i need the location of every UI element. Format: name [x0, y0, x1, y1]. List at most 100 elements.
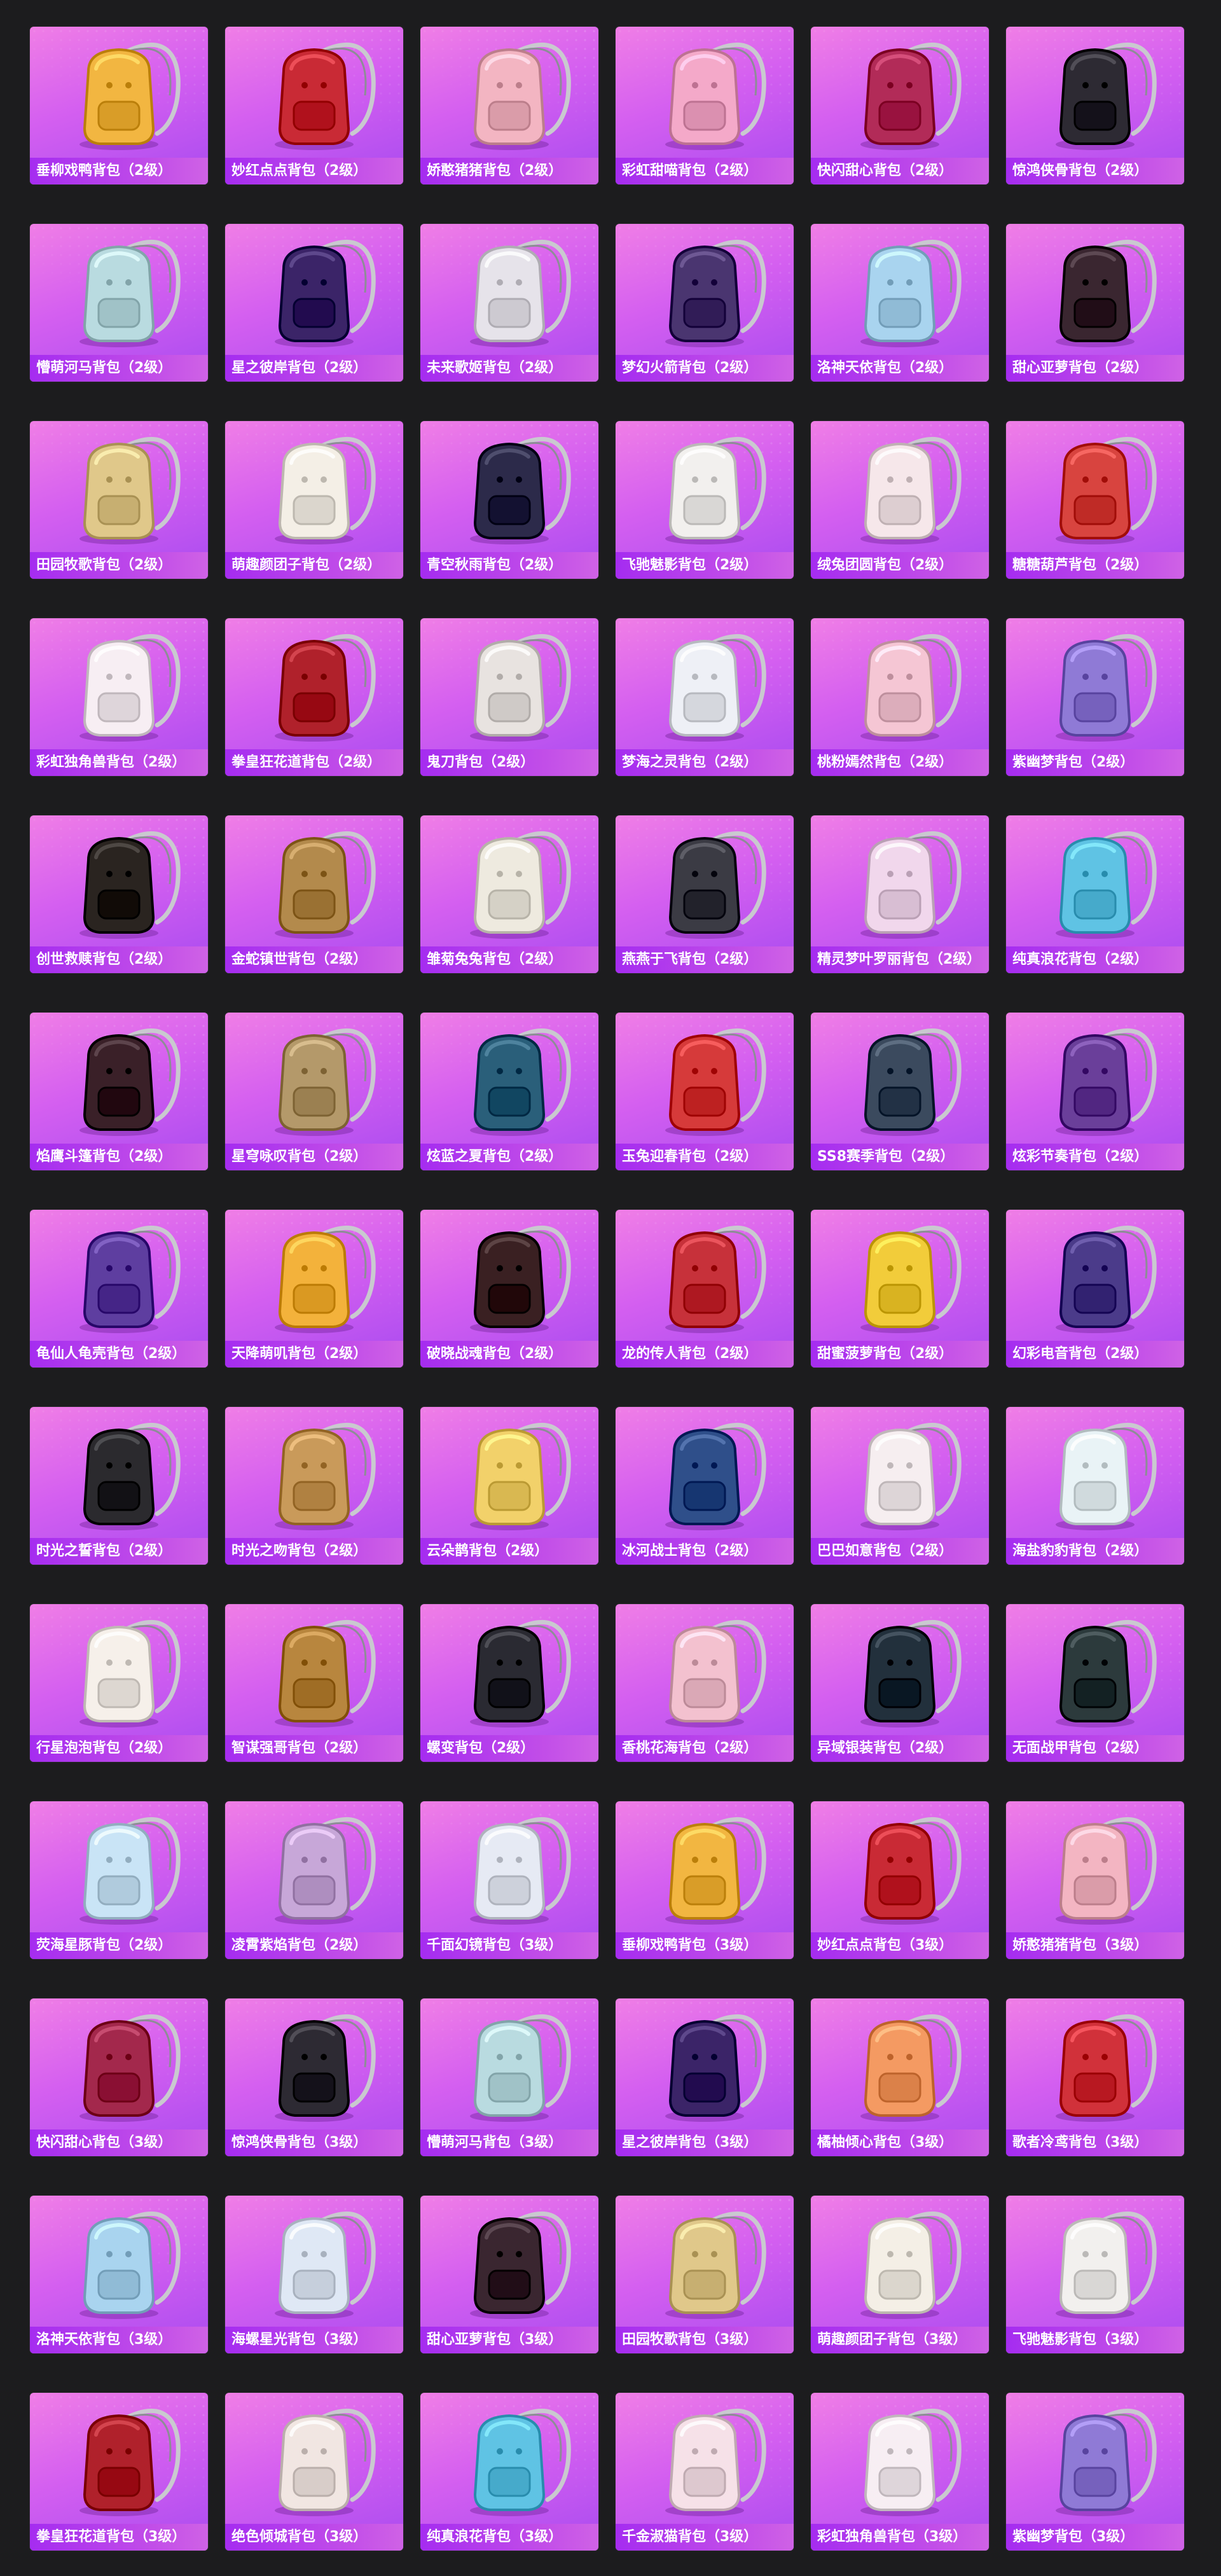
item-name: 甜蜜菠萝背包（2级）	[811, 1341, 989, 1368]
item-card[interactable]: 妙红点点背包（3级）	[811, 1801, 989, 1959]
backpack-icon	[225, 1604, 403, 1735]
item-name: 异域银装背包（2级）	[811, 1735, 989, 1762]
item-card[interactable]: 破晓战魂背包（2级）	[420, 1210, 598, 1368]
item-name: 垂柳戏鸭背包（2级）	[30, 158, 208, 184]
item-card[interactable]: 懵萌河马背包（3级）	[420, 1998, 598, 2156]
item-card[interactable]: 娇憨猪猪背包（2级）	[420, 27, 598, 184]
item-card[interactable]: 拳皇狂花道背包（2级）	[225, 618, 403, 776]
item-card[interactable]: 燕燕于飞背包（2级）	[616, 815, 794, 973]
item-name: 玉兔迎春背包（2级）	[616, 1144, 794, 1170]
backpack-icon	[811, 815, 989, 946]
item-name: 焰鹰斗篷背包（2级）	[30, 1144, 208, 1170]
backpack-icon	[420, 224, 598, 355]
item-card[interactable]: 时光之吻背包（2级）	[225, 1407, 403, 1565]
backpack-icon	[811, 421, 989, 552]
item-card[interactable]: 甜心亚萝背包（3级）	[420, 2196, 598, 2353]
item-card[interactable]: 精灵梦叶罗丽背包（2级）	[811, 815, 989, 973]
item-card[interactable]: 飞驰魅影背包（3级）	[1006, 2196, 1184, 2353]
item-card[interactable]: 螺变背包（2级）	[420, 1604, 598, 1762]
item-card[interactable]: 炫彩节奏背包（2级）	[1006, 1013, 1184, 1170]
item-card[interactable]: 未来歌姬背包（2级）	[420, 224, 598, 382]
item-card[interactable]: 焰鹰斗篷背包（2级）	[30, 1013, 208, 1170]
item-name: 海螺星光背包（3级）	[225, 2327, 403, 2353]
item-card[interactable]: 海盐豹豹背包（2级）	[1006, 1407, 1184, 1565]
item-card[interactable]: 绒兔团圆背包（2级）	[811, 421, 989, 579]
item-card[interactable]: 歌者冷鸢背包（3级）	[1006, 1998, 1184, 2156]
item-name: 幻彩电音背包（2级）	[1006, 1341, 1184, 1368]
item-card[interactable]: 星之彼岸背包（3级）	[616, 1998, 794, 2156]
item-card[interactable]: 甜蜜菠萝背包（2级）	[811, 1210, 989, 1368]
backpack-icon	[420, 1210, 598, 1341]
item-card[interactable]: 雏菊兔兔背包（2级）	[420, 815, 598, 973]
backpack-icon	[30, 1801, 208, 1932]
item-card[interactable]: 千金淑猫背包（3级）	[616, 2393, 794, 2551]
item-card[interactable]: 娇憨猪猪背包（3级）	[1006, 1801, 1184, 1959]
item-card[interactable]: 糖糖葫芦背包（2级）	[1006, 421, 1184, 579]
item-card[interactable]: 云朵鹊背包（2级）	[420, 1407, 598, 1565]
item-card[interactable]: 萌趣颜团子背包（2级）	[225, 421, 403, 579]
item-card[interactable]: 行星泡泡背包（2级）	[30, 1604, 208, 1762]
item-card[interactable]: 桃粉嫣然背包（2级）	[811, 618, 989, 776]
item-card[interactable]: 洛神天依背包（3级）	[30, 2196, 208, 2353]
item-card[interactable]: 甜心亚萝背包（2级）	[1006, 224, 1184, 382]
item-card[interactable]: 飞驰魅影背包（2级）	[616, 421, 794, 579]
item-card[interactable]: 星之彼岸背包（2级）	[225, 224, 403, 382]
item-name: 智谋强哥背包（2级）	[225, 1735, 403, 1762]
item-card[interactable]: 垂柳戏鸭背包（2级）	[30, 27, 208, 184]
item-card[interactable]: 紫幽梦背包（3级）	[1006, 2393, 1184, 2551]
item-card[interactable]: 无面战甲背包（2级）	[1006, 1604, 1184, 1762]
backpack-icon	[225, 1210, 403, 1341]
item-card[interactable]: 绝色倾城背包（3级）	[225, 2393, 403, 2551]
backpack-icon	[420, 1998, 598, 2129]
item-card[interactable]: 青空秋雨背包（2级）	[420, 421, 598, 579]
item-card[interactable]: 拳皇狂花道背包（3级）	[30, 2393, 208, 2551]
backpack-icon	[30, 1604, 208, 1735]
item-card[interactable]: 炫蓝之夏背包（2级）	[420, 1013, 598, 1170]
item-card[interactable]: 幻彩电音背包（2级）	[1006, 1210, 1184, 1368]
item-card[interactable]: 冰河战士背包（2级）	[616, 1407, 794, 1565]
item-card[interactable]: 纯真浪花背包（2级）	[1006, 815, 1184, 973]
item-card[interactable]: 千面幻镜背包（3级）	[420, 1801, 598, 1959]
item-card[interactable]: 龙的传人背包（2级）	[616, 1210, 794, 1368]
item-card[interactable]: SS8赛季背包（2级）	[811, 1013, 989, 1170]
item-card[interactable]: 荧海星豚背包（2级）	[30, 1801, 208, 1959]
item-name: 飞驰魅影背包（3级）	[1006, 2327, 1184, 2353]
item-card[interactable]: 彩虹独角兽背包（3级）	[811, 2393, 989, 2551]
item-card[interactable]: 惊鸿侠骨背包（2级）	[1006, 27, 1184, 184]
item-card[interactable]: 鬼刀背包（2级）	[420, 618, 598, 776]
item-card[interactable]: 凌霄紫焰背包（2级）	[225, 1801, 403, 1959]
item-card[interactable]: 田园牧歌背包（2级）	[30, 421, 208, 579]
item-card[interactable]: 快闪甜心背包（2级）	[811, 27, 989, 184]
item-card[interactable]: 橘柚倾心背包（3级）	[811, 1998, 989, 2156]
backpack-icon	[1006, 27, 1184, 158]
item-card[interactable]: 梦幻火箭背包（2级）	[616, 224, 794, 382]
item-card[interactable]: 香桃花海背包（2级）	[616, 1604, 794, 1762]
item-card[interactable]: 龟仙人龟壳背包（2级）	[30, 1210, 208, 1368]
item-card[interactable]: 海螺星光背包（3级）	[225, 2196, 403, 2353]
backpack-icon	[1006, 2196, 1184, 2327]
item-card[interactable]: 天降萌叽背包（2级）	[225, 1210, 403, 1368]
item-card[interactable]: 懵萌河马背包（2级）	[30, 224, 208, 382]
item-card[interactable]: 田园牧歌背包（3级）	[616, 2196, 794, 2353]
item-card[interactable]: 彩虹甜喵背包（2级）	[616, 27, 794, 184]
item-card[interactable]: 梦海之灵背包（2级）	[616, 618, 794, 776]
item-card[interactable]: 洛神天依背包（2级）	[811, 224, 989, 382]
item-card[interactable]: 异域银装背包（2级）	[811, 1604, 989, 1762]
item-card[interactable]: 玉兔迎春背包（2级）	[616, 1013, 794, 1170]
item-card[interactable]: 萌趣颜团子背包（3级）	[811, 2196, 989, 2353]
item-card[interactable]: 智谋强哥背包（2级）	[225, 1604, 403, 1762]
item-card[interactable]: 紫幽梦背包（2级）	[1006, 618, 1184, 776]
item-card[interactable]: 创世救赎背包（2级）	[30, 815, 208, 973]
backpack-icon	[811, 2196, 989, 2327]
item-card[interactable]: 纯真浪花背包（3级）	[420, 2393, 598, 2551]
item-card[interactable]: 星穹咏叹背包（2级）	[225, 1013, 403, 1170]
item-card[interactable]: 巴巴如意背包（2级）	[811, 1407, 989, 1565]
item-card[interactable]: 妙红点点背包（2级）	[225, 27, 403, 184]
backpack-icon	[420, 1801, 598, 1932]
item-card[interactable]: 时光之誓背包（2级）	[30, 1407, 208, 1565]
item-card[interactable]: 金蛇镇世背包（2级）	[225, 815, 403, 973]
item-card[interactable]: 惊鸿侠骨背包（3级）	[225, 1998, 403, 2156]
item-card[interactable]: 快闪甜心背包（3级）	[30, 1998, 208, 2156]
item-card[interactable]: 垂柳戏鸭背包（3级）	[616, 1801, 794, 1959]
item-card[interactable]: 彩虹独角兽背包（2级）	[30, 618, 208, 776]
